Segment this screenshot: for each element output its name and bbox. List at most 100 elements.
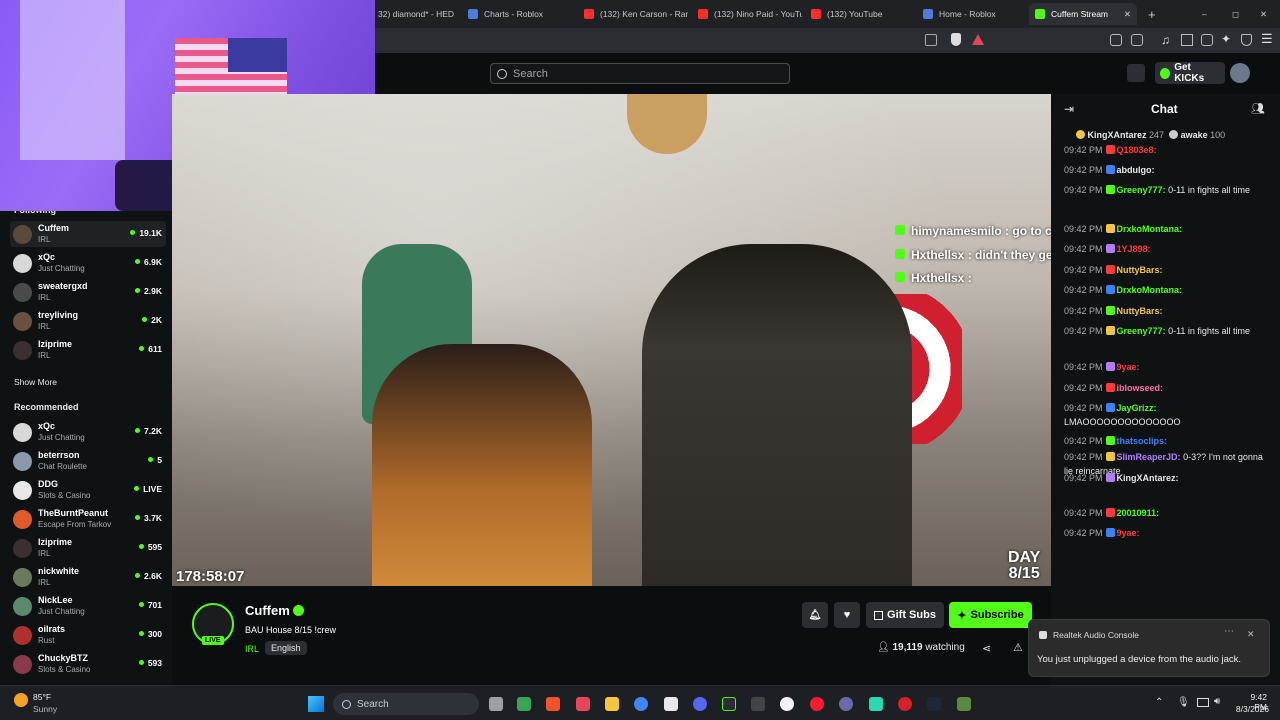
language-tag[interactable]: English [265,641,307,655]
chat-users-icon[interactable]: 👥︎ [1251,102,1265,115]
sidebar-channel[interactable]: treyliving IRL 2K [10,308,166,334]
sidebar-channel[interactable]: beterrson Chat Roulette 5 [10,448,166,474]
sidebar-channel[interactable]: nickwhite IRL 2.6K [10,564,166,590]
sidebar-channel[interactable]: Cuffem IRL 19.1K [10,221,166,247]
share-icon[interactable]: ⋖ [982,642,991,655]
brave-rewards-icon[interactable] [972,34,984,45]
gift-subs-button[interactable]: Gift Subs [866,602,944,628]
subscribe-button[interactable]: ✦ Subscribe [949,602,1032,628]
sidebar-toggle-icon[interactable] [1181,34,1193,46]
weather-temp[interactable]: 85°F [33,692,51,702]
chat-username[interactable]: Greeny777: [1117,326,1166,336]
minecraft-icon[interactable] [957,697,971,711]
screenshot-icon[interactable] [1131,34,1143,46]
collapse-chat-icon[interactable]: ⇥ [1064,102,1074,116]
sidebar-channel[interactable]: sweatergxd IRL 2.9K [10,279,166,305]
video-player[interactable] [172,94,1051,586]
steam-icon[interactable] [927,697,941,711]
address-bar[interactable]: ♫ ✦ ☰ [375,28,1280,53]
chat-username[interactable]: NuttyBars: [1117,306,1163,316]
file-explorer-icon[interactable] [605,697,619,711]
system-notification[interactable]: Realtek Audio Console ⋯ ✕ You just unplu… [1028,619,1270,677]
browser-tab[interactable]: (132) Nino Paid - YouTu [692,3,802,25]
chat-username[interactable]: JayGrizz: [1117,403,1157,413]
chat-username[interactable]: 9yae: [1117,528,1140,538]
sidebar-channel[interactable]: lziprime IRL 595 [10,535,166,561]
shield-icon[interactable] [951,33,961,46]
volume-icon[interactable]: 🔊︎ [1214,696,1220,707]
category-link[interactable]: IRL [245,644,259,654]
browser-tab[interactable]: 32) diamond* - HED [372,3,464,25]
chat-username[interactable]: 20010911: [1117,508,1160,518]
music-icon[interactable]: ♫ [1161,33,1170,47]
sidebar-channel[interactable]: NickLee Just Chatting 701 [10,593,166,619]
sidebar-channel[interactable]: ChuckyBTZ Slots & Casino 593 [10,651,166,677]
opera-icon[interactable] [810,697,824,711]
show-more-link[interactable]: Show More [14,377,57,387]
app-icon[interactable] [869,697,883,711]
app-icon[interactable] [751,697,765,711]
vpn-icon[interactable] [1241,34,1252,46]
extensions-icon[interactable] [1110,34,1122,46]
discord-icon[interactable] [693,697,707,711]
channel-name[interactable]: Cuffem [245,603,305,618]
menu-icon[interactable]: ☰ [1261,31,1273,47]
chrome-icon[interactable] [634,697,648,711]
sidebar-channel[interactable]: lziprime IRL 611 [10,337,166,363]
weather-icon[interactable] [14,693,28,707]
chat-username[interactable]: Q1803e8: [1117,145,1157,155]
sidebar-channel[interactable]: xQc Just Chatting 6.9K [10,250,166,276]
taskbar-search[interactable]: Search [333,693,479,715]
tray-chevron-icon[interactable]: ⌃ [1155,697,1163,708]
wallet-icon[interactable] [1201,34,1213,46]
close-window-button[interactable]: ✕ [1254,3,1274,25]
app-icon[interactable] [576,697,590,711]
close-icon[interactable]: ✕ [1247,629,1255,640]
chat-username[interactable]: NuttyBars: [1117,265,1163,275]
ai-icon[interactable]: ✦ [1221,32,1231,46]
windows-start-icon[interactable] [308,696,324,712]
search-input[interactable]: Search [490,63,790,84]
chat-username[interactable]: DrxkoMontana: [1117,224,1183,234]
app-icon[interactable] [664,697,678,711]
report-icon[interactable]: ⚠ [1013,641,1023,654]
chat-username[interactable]: Greeny777: [1117,185,1166,195]
minimize-button[interactable]: – [1196,3,1216,25]
browser-tab[interactable]: Charts - Roblox [462,3,572,25]
chat-username[interactable]: KingXAntarez: [1117,473,1179,483]
chat-username[interactable]: abdulgo: [1117,165,1155,175]
maximize-button[interactable]: ◻ [1226,3,1246,25]
terminal-icon[interactable] [722,697,736,711]
user-avatar[interactable] [1230,63,1250,83]
chat-username[interactable]: DrxkoMontana: [1117,285,1183,295]
close-tab-icon[interactable]: ✕ [1124,9,1131,20]
chat-username[interactable]: 1YJ898: [1117,244,1151,254]
browser-tab-active[interactable]: Cuffem Stream ✕ [1029,3,1137,25]
follow-button[interactable]: ♥ [834,602,860,628]
browser-tab[interactable]: Home - Roblox [917,3,1027,25]
app-icon[interactable] [839,697,853,711]
sidebar-channel[interactable]: DDG Slots & Casino LIVE [10,477,166,503]
microphone-icon[interactable]: 🎙︎ [1177,697,1190,708]
notification-bell-button[interactable]: 🔔︎ [802,602,828,628]
sidebar-channel[interactable]: oilrats Rust 300 [10,622,166,648]
sidebar-channel[interactable]: xQc Just Chatting 7.2K [10,419,166,445]
task-view-icon[interactable] [489,697,503,711]
xbox-icon[interactable] [517,697,531,711]
network-icon[interactable] [1197,698,1209,707]
browse-icon[interactable] [1127,64,1145,82]
chat-username[interactable]: 9yae: [1117,362,1140,372]
new-tab-button[interactable]: + [1142,3,1162,25]
browser-tab[interactable]: (132) YouTube [805,3,915,25]
chat-username[interactable]: thatsoclips: [1117,436,1168,446]
app-icon[interactable] [898,697,912,711]
get-kicks-button[interactable]: Get KICKs [1155,62,1225,84]
share-icon[interactable] [925,34,937,46]
app-icon[interactable] [780,697,794,711]
chat-username[interactable]: iblowseed: [1117,383,1164,393]
more-options-icon[interactable]: ⋯ [1224,626,1234,637]
brave-icon[interactable] [546,697,560,711]
chat-username[interactable]: SlimReaperJD: [1117,452,1181,462]
browser-tab[interactable]: (132) Ken Carson - Ran [578,3,688,25]
sidebar-channel[interactable]: TheBurntPeanut Escape From Tarkov 3.7K [10,506,166,532]
